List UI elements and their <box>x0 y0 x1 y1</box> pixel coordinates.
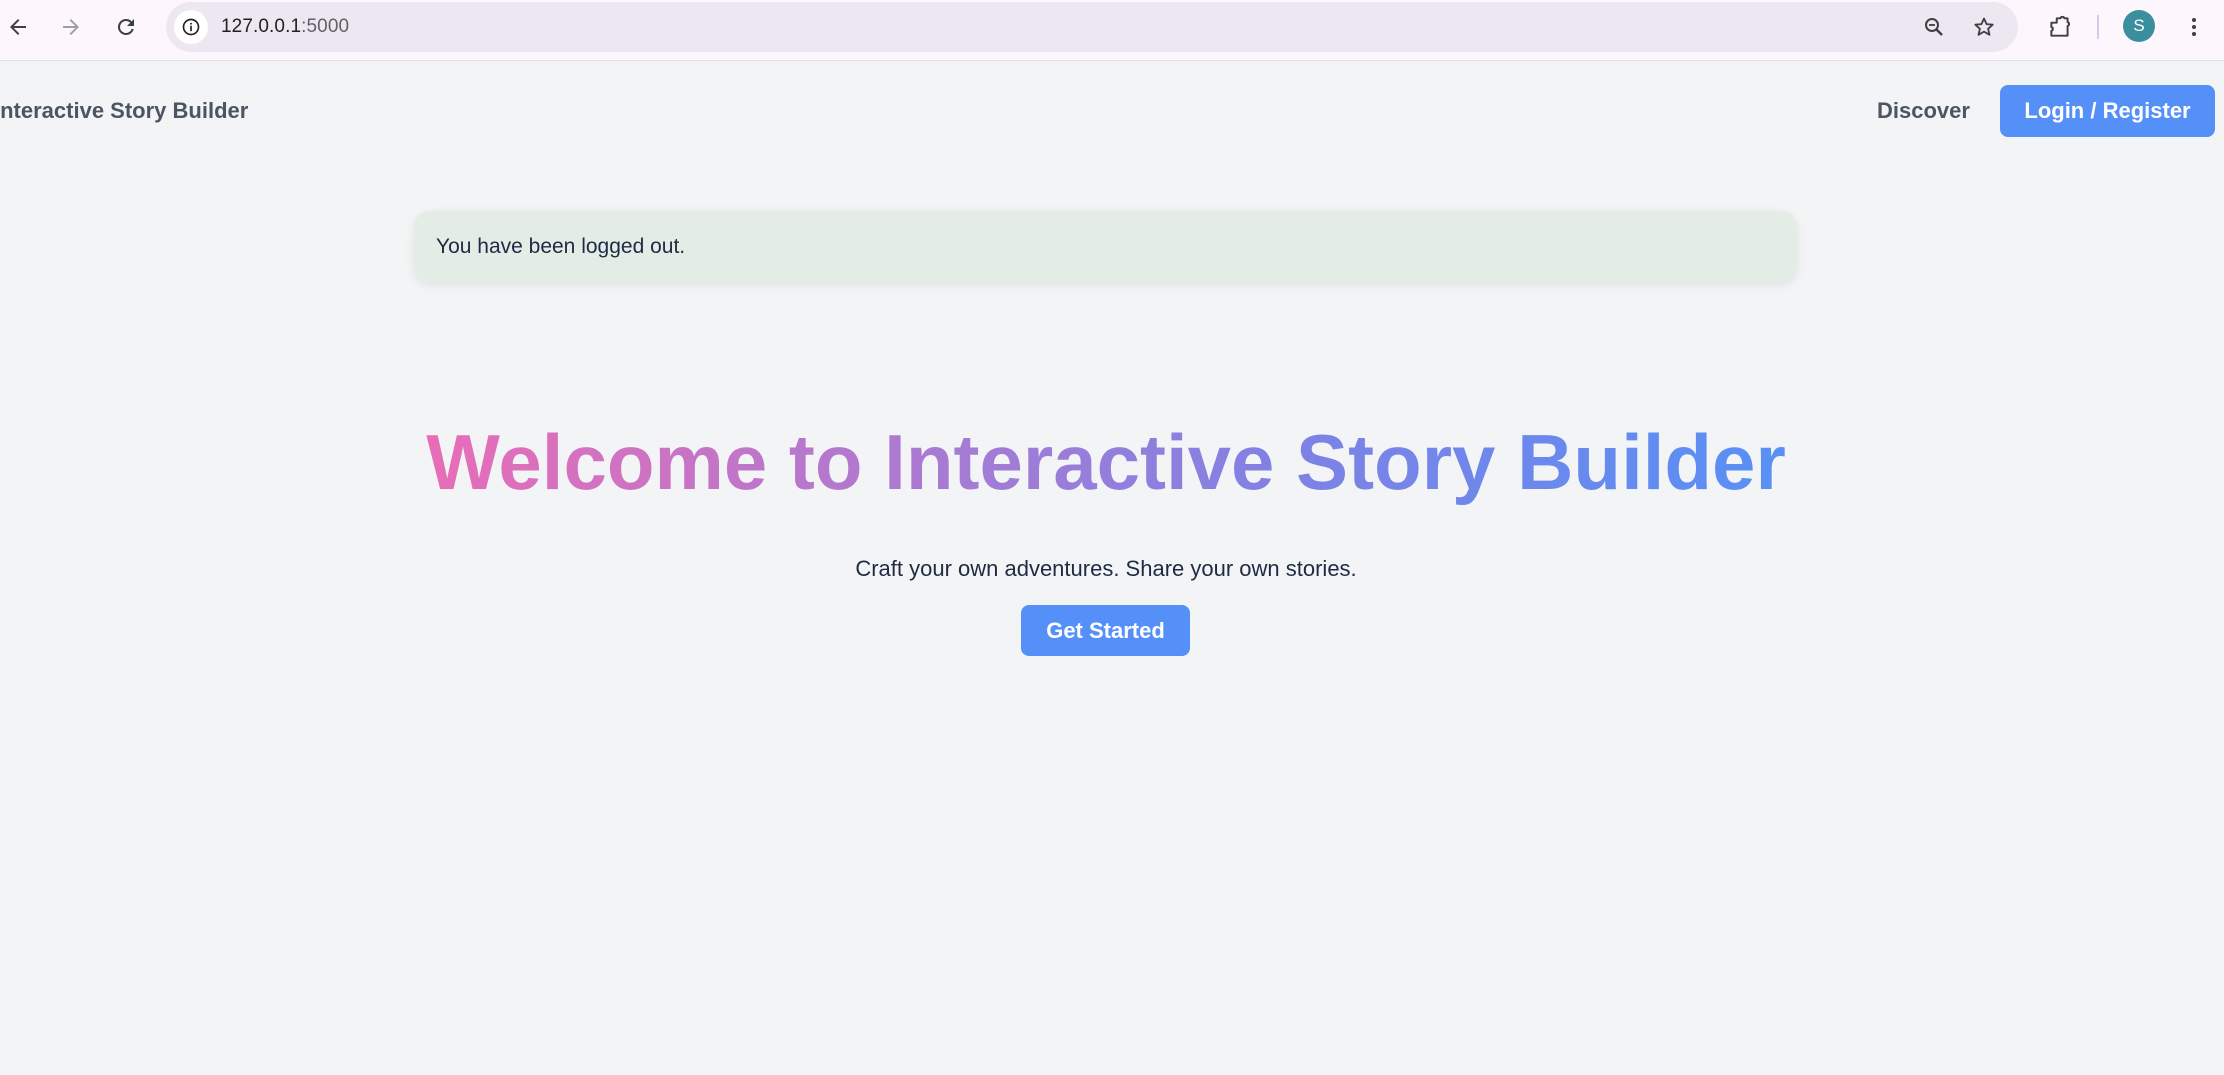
hero-title-text: Welcome to Interactive Story Builder <box>426 418 1786 506</box>
forward-arrow-icon <box>63 19 79 35</box>
kebab-menu-icon <box>2192 18 2196 36</box>
extensions-button[interactable] <box>2042 9 2078 45</box>
url-port: :5000 <box>301 16 350 37</box>
extensions-icon <box>2050 15 2070 37</box>
site-info-icon <box>182 18 200 36</box>
hero-subtitle: Craft your own adventures. Share your ow… <box>855 556 1357 581</box>
browser-menu-button[interactable] <box>2176 9 2212 45</box>
get-started-button[interactable]: Get Started <box>1021 605 1190 656</box>
bookmark-button[interactable] <box>1969 12 1999 42</box>
zoom-icon <box>1925 18 1943 36</box>
forward-button[interactable] <box>53 9 89 45</box>
toolbar-divider <box>2097 15 2099 39</box>
profile-avatar[interactable]: S <box>2123 10 2155 42</box>
reload-icon <box>118 19 134 35</box>
login-register-button[interactable]: Login / Register <box>2000 85 2215 137</box>
flash-message: You have been logged out. <box>414 211 1797 282</box>
reload-button[interactable] <box>108 9 144 45</box>
back-button[interactable] <box>0 9 36 45</box>
discover-link[interactable]: Discover <box>1877 98 1970 124</box>
site-header: Interactive Story Builder Discover Login… <box>0 62 2224 158</box>
brand-logo[interactable]: Interactive Story Builder <box>0 98 248 124</box>
hero-title: Welcome to Interactive Story Builder <box>0 418 2212 508</box>
site-info-button[interactable] <box>174 10 208 44</box>
flash-message-text: You have been logged out. <box>436 235 686 258</box>
bookmark-star-icon <box>1974 17 1994 36</box>
zoom-button[interactable] <box>1919 12 1949 42</box>
url-host: 127.0.0.1 <box>221 16 302 37</box>
address-bar[interactable]: 127.0.0.1:5000 <box>166 2 2018 52</box>
browser-toolbar: 127.0.0.1:5000 S <box>0 0 2224 61</box>
back-arrow-icon <box>10 19 26 35</box>
url-text[interactable]: 127.0.0.1:5000 <box>221 16 349 38</box>
